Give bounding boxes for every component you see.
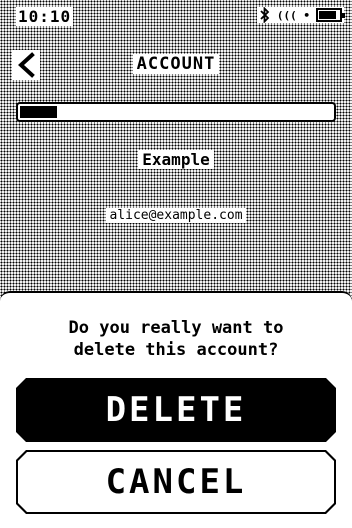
- cancel-button[interactable]: CANCEL: [18, 452, 334, 512]
- bluetooth-icon: [260, 7, 270, 23]
- dialog-message: Do you really want to delete this accoun…: [68, 318, 284, 360]
- account-email-text: alice@example.com: [106, 208, 246, 223]
- signal-icon: ((( •: [276, 8, 310, 22]
- status-bar: 10:10 ((( •: [0, 0, 352, 30]
- delete-button[interactable]: DELETE: [16, 378, 336, 442]
- device-screen: 10:10 ((( • ACCOUNT Example alice@exampl…: [0, 0, 352, 528]
- battery-fill: [319, 11, 336, 19]
- account-email: alice@example.com: [0, 204, 352, 223]
- progress-fill: [20, 106, 57, 118]
- progress-bar: [16, 102, 336, 122]
- account-name-text: Example: [138, 150, 214, 169]
- account-name: Example: [0, 150, 352, 169]
- delete-confirm-dialog: Do you really want to delete this accoun…: [0, 291, 352, 528]
- status-time: 10:10: [16, 7, 74, 26]
- page-title-text: ACCOUNT: [132, 54, 220, 74]
- cancel-button-frame: CANCEL: [16, 450, 336, 514]
- status-icons: ((( •: [256, 7, 345, 23]
- header: ACCOUNT: [0, 48, 352, 84]
- page-title: ACCOUNT: [0, 54, 352, 74]
- battery-icon: [316, 8, 345, 22]
